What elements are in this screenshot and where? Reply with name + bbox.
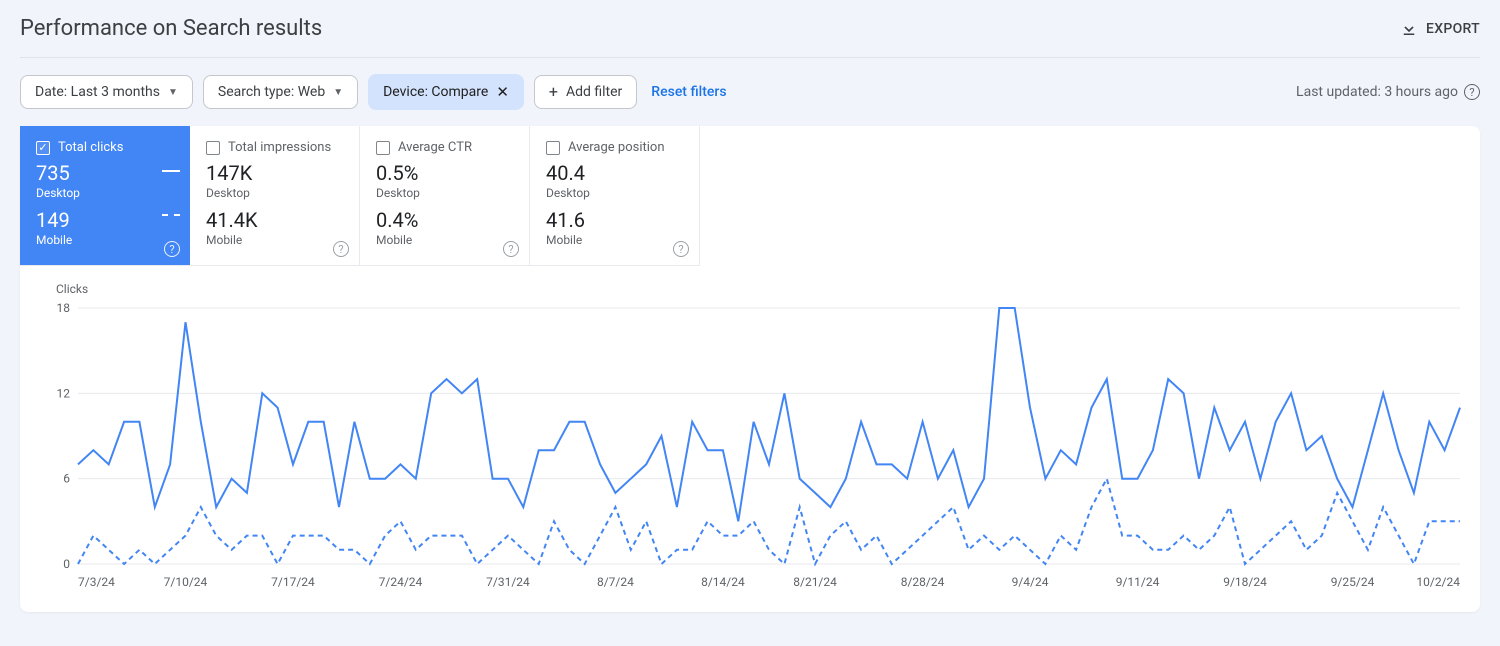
- metric-tab-total-impressions[interactable]: Total impressions 147K Desktop 41.4K Mob…: [190, 126, 360, 266]
- reset-filters-link[interactable]: Reset filters: [651, 84, 726, 100]
- chevron-down-icon: ▼: [333, 87, 343, 98]
- metric-value-desktop: 147K: [206, 161, 343, 185]
- metric-sub-mobile: Mobile: [36, 233, 174, 247]
- export-label: EXPORT: [1426, 21, 1480, 37]
- chevron-down-icon: ▼: [168, 87, 178, 98]
- help-icon[interactable]: ?: [164, 241, 180, 257]
- add-filter-chip[interactable]: + Add filter: [534, 75, 637, 109]
- metric-sub-desktop: Desktop: [546, 186, 683, 200]
- svg-text:9/4/24: 9/4/24: [1012, 575, 1049, 589]
- svg-text:7/17/24: 7/17/24: [271, 575, 315, 589]
- metric-value-desktop: 40.4: [546, 161, 683, 185]
- svg-text:7/10/24: 7/10/24: [164, 575, 208, 589]
- metric-sub-mobile: Mobile: [376, 233, 513, 247]
- metric-sub-mobile: Mobile: [206, 233, 343, 247]
- svg-text:8/21/24: 8/21/24: [793, 575, 837, 589]
- svg-text:7/31/24: 7/31/24: [486, 575, 530, 589]
- svg-text:8/14/24: 8/14/24: [701, 575, 745, 589]
- svg-text:9/18/24: 9/18/24: [1223, 575, 1267, 589]
- clicks-chart: 0 6 12 18 7/3/24 7/10/24 7/17/24 7/24/24 7/31/24…: [50, 302, 1470, 592]
- metric-tab-average-position[interactable]: Average position 40.4 Desktop 41.6 Mobil…: [530, 126, 700, 266]
- metric-tabs: Total clicks 735 Desktop 149 Mobile ? To…: [20, 126, 1480, 266]
- svg-text:7/3/24: 7/3/24: [78, 575, 115, 589]
- svg-text:7/24/24: 7/24/24: [379, 575, 423, 589]
- close-icon[interactable]: ✕: [496, 83, 509, 101]
- search-type-filter-chip[interactable]: Search type: Web ▼: [203, 75, 358, 109]
- metric-tab-total-clicks[interactable]: Total clicks 735 Desktop 149 Mobile ?: [20, 126, 190, 266]
- checkbox-icon: [36, 141, 50, 155]
- checkbox-icon: [376, 141, 390, 155]
- metric-sub-desktop: Desktop: [206, 186, 343, 200]
- metric-value-desktop: 735: [36, 161, 174, 185]
- svg-text:9/11/24: 9/11/24: [1116, 575, 1160, 589]
- metric-sub-mobile: Mobile: [546, 233, 683, 247]
- plus-icon: +: [549, 84, 558, 100]
- date-filter-label: Date: Last 3 months: [35, 84, 160, 100]
- svg-text:8/7/24: 8/7/24: [597, 575, 634, 589]
- metric-label: Average CTR: [398, 140, 472, 155]
- device-filter-label: Device: Compare: [383, 84, 488, 100]
- device-filter-chip[interactable]: Device: Compare ✕: [368, 74, 524, 110]
- metric-label: Total impressions: [228, 140, 331, 155]
- svg-text:10/2/24: 10/2/24: [1416, 575, 1460, 589]
- help-icon[interactable]: ?: [1464, 84, 1480, 100]
- svg-text:9/25/24: 9/25/24: [1331, 575, 1375, 589]
- metric-value-desktop: 0.5%: [376, 161, 513, 185]
- svg-text:0: 0: [63, 557, 70, 571]
- add-filter-label: Add filter: [566, 84, 622, 100]
- metric-value-mobile: 0.4%: [376, 208, 513, 232]
- metric-tab-average-ctr[interactable]: Average CTR 0.5% Desktop 0.4% Mobile ?: [360, 126, 530, 266]
- svg-text:18: 18: [57, 302, 71, 315]
- metric-label: Average position: [568, 140, 665, 155]
- download-icon: [1400, 20, 1418, 38]
- last-updated: Last updated: 3 hours ago ?: [1296, 84, 1480, 100]
- svg-text:6: 6: [63, 472, 70, 486]
- metric-value-mobile: 41.6: [546, 208, 683, 232]
- last-updated-text: Last updated: 3 hours ago: [1296, 84, 1458, 100]
- svg-text:12: 12: [57, 386, 71, 400]
- help-icon[interactable]: ?: [333, 241, 349, 257]
- checkbox-icon: [206, 141, 220, 155]
- chart-y-label: Clicks: [56, 282, 1460, 296]
- help-icon[interactable]: ?: [503, 241, 519, 257]
- metric-sub-desktop: Desktop: [376, 186, 513, 200]
- page-title: Performance on Search results: [20, 16, 322, 41]
- search-type-label: Search type: Web: [218, 84, 325, 100]
- metric-label: Total clicks: [58, 140, 123, 155]
- line-style-dashed-icon: [162, 214, 180, 216]
- line-style-solid-icon: [162, 170, 180, 172]
- svg-text:8/28/24: 8/28/24: [901, 575, 945, 589]
- date-filter-chip[interactable]: Date: Last 3 months ▼: [20, 75, 193, 109]
- help-icon[interactable]: ?: [673, 241, 689, 257]
- metric-sub-desktop: Desktop: [36, 186, 174, 200]
- metric-value-mobile: 41.4K: [206, 208, 343, 232]
- metric-value-mobile: 149: [36, 208, 174, 232]
- export-button[interactable]: EXPORT: [1400, 20, 1480, 38]
- checkbox-icon: [546, 141, 560, 155]
